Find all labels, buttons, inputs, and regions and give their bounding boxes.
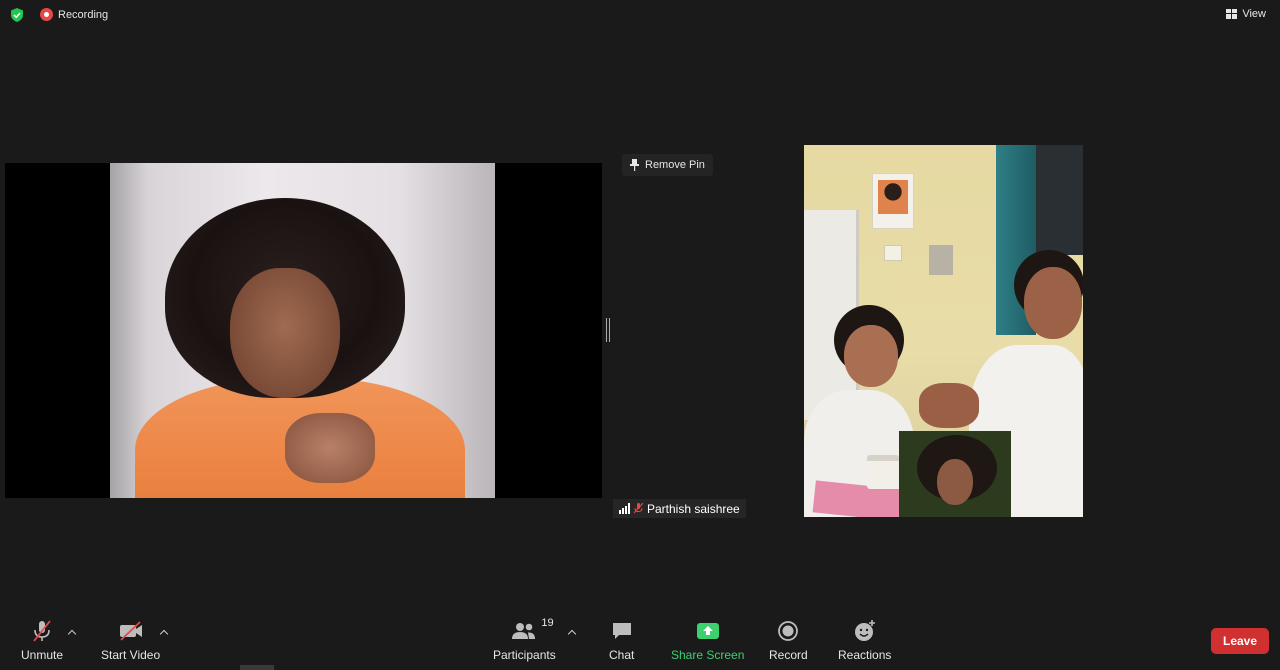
grid-view-icon xyxy=(1226,9,1238,19)
shared-video-tile[interactable] xyxy=(5,163,602,498)
participants-button[interactable]: 19 Participants xyxy=(493,617,556,662)
video-options-caret[interactable] xyxy=(159,627,169,637)
remove-pin-button[interactable]: Remove Pin xyxy=(622,154,713,176)
participants-icon: 19 xyxy=(511,617,554,643)
split-resize-handle[interactable] xyxy=(606,318,610,342)
reactions-button[interactable]: Reactions xyxy=(838,619,891,662)
unmute-button[interactable]: Unmute xyxy=(21,619,63,662)
recording-label: Recording xyxy=(58,8,109,21)
record-label: Record xyxy=(769,648,808,662)
share-screen-icon xyxy=(696,619,720,643)
signal-strength-icon xyxy=(619,503,630,514)
security-shield-icon[interactable] xyxy=(10,8,24,22)
recording-icon xyxy=(40,8,53,21)
meeting-toolbar: Unmute Start Video 19 Participants Chat … xyxy=(0,605,1280,670)
participants-label: Participants xyxy=(493,648,556,662)
unmute-label: Unmute xyxy=(21,648,64,662)
participants-count: 19 xyxy=(541,617,554,629)
view-label: View xyxy=(1242,8,1266,20)
portrait-image xyxy=(110,163,495,498)
share-screen-button[interactable]: Share Screen xyxy=(671,619,744,662)
mic-muted-icon xyxy=(634,503,643,514)
mic-muted-icon xyxy=(31,619,53,643)
audio-options-caret[interactable] xyxy=(67,627,77,637)
reactions-label: Reactions xyxy=(838,648,892,662)
chat-icon xyxy=(611,619,633,643)
share-screen-label: Share Screen xyxy=(671,648,745,662)
participant-name-tag: Parthish saishree xyxy=(613,499,746,518)
start-video-button[interactable]: Start Video xyxy=(101,619,160,662)
participant-name: Parthish saishree xyxy=(647,501,740,516)
view-button[interactable]: View xyxy=(1226,8,1266,20)
participant-video-tile[interactable] xyxy=(804,145,1083,517)
remove-pin-label: Remove Pin xyxy=(645,159,705,171)
reactions-smiley-icon xyxy=(853,619,877,643)
pin-icon xyxy=(630,159,639,171)
record-icon xyxy=(777,619,799,643)
chat-label: Chat xyxy=(609,648,635,662)
record-button[interactable]: Record xyxy=(769,619,808,662)
leave-button[interactable]: Leave xyxy=(1211,628,1269,654)
taskbar-indicator xyxy=(240,665,274,670)
chat-button[interactable]: Chat xyxy=(609,619,634,662)
video-off-icon xyxy=(118,619,144,643)
start-video-label: Start Video xyxy=(101,648,161,662)
participants-options-caret[interactable] xyxy=(567,627,577,637)
recording-indicator[interactable]: Recording xyxy=(40,8,108,21)
